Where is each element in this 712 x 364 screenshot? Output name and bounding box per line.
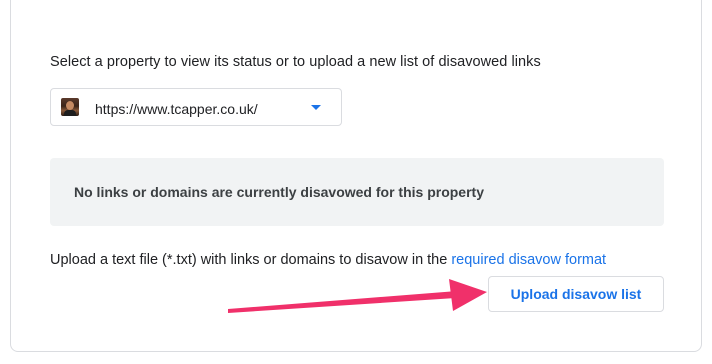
disavow-status-notice: No links or domains are currently disavo… xyxy=(50,158,664,226)
chevron-down-icon xyxy=(311,105,321,110)
upload-hint-text: Upload a text file (*.txt) with links or… xyxy=(50,252,452,268)
property-select[interactable]: https://www.tcapper.co.uk/ xyxy=(50,88,342,126)
disavow-format-link[interactable]: required disavow format xyxy=(451,252,606,268)
upload-disavow-list-button[interactable]: Upload disavow list xyxy=(488,276,664,312)
disavow-status-text: No links or domains are currently disavo… xyxy=(74,184,484,200)
upload-hint: Upload a text file (*.txt) with links or… xyxy=(50,252,606,268)
selected-property-url: https://www.tcapper.co.uk/ xyxy=(95,101,258,117)
site-favicon-icon xyxy=(61,98,79,116)
property-prompt: Select a property to view its status or … xyxy=(50,54,541,70)
